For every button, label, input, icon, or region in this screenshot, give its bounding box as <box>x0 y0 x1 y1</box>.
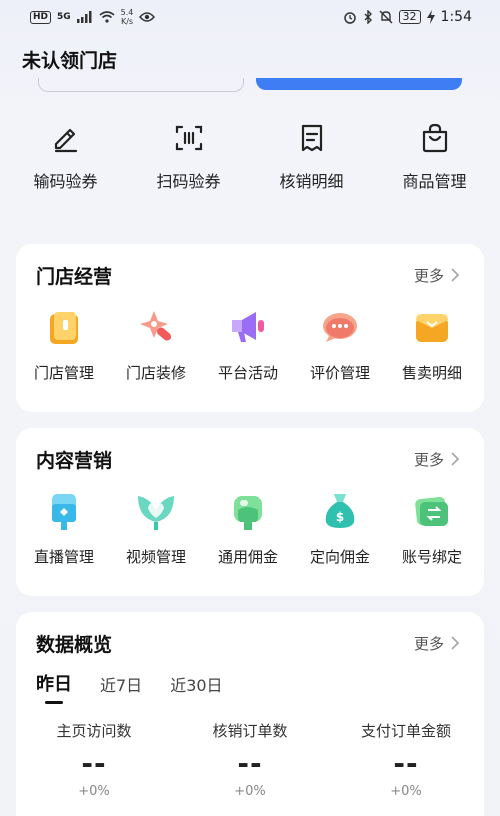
signal-icon: 5G <box>57 12 71 22</box>
mute-bell-icon <box>379 10 393 24</box>
sales-box-icon <box>416 314 448 342</box>
account-binding[interactable]: 账号绑定 <box>386 490 478 567</box>
quick-tools: 输码验券 扫码验券 核销明细 商品管理 <box>0 122 500 212</box>
tool-enter-code[interactable]: 输码验券 <box>11 122 121 212</box>
alarm-icon <box>343 12 356 24</box>
page-title[interactable]: 未认领门店 <box>22 46 117 73</box>
card-title: 数据概览 <box>36 633 113 656</box>
tool-label: 商品管理 <box>402 172 467 191</box>
icon-label: 通用佣金 <box>217 548 278 566</box>
scan-code-icon <box>175 125 202 151</box>
primary-button-edge[interactable] <box>256 78 462 90</box>
money-bag-icon: $ <box>325 494 355 528</box>
tool-redeem-details[interactable]: 核销明细 <box>257 122 367 212</box>
tool-scan-code[interactable]: 扫码验券 <box>134 122 244 212</box>
sparkle-icon <box>140 311 172 341</box>
edit-code-icon <box>54 128 77 153</box>
sales-details[interactable]: 售卖明细 <box>386 306 478 383</box>
stat-redeemed-orders[interactable]: 核销订单数 -- +0% <box>172 720 328 799</box>
video-management[interactable]: 视频管理 <box>110 490 202 567</box>
more-link[interactable]: 更多 <box>414 633 460 654</box>
shopping-bag-icon <box>422 123 447 153</box>
more-link[interactable]: 更多 <box>414 449 460 470</box>
live-management[interactable]: 直播管理 <box>18 490 110 567</box>
network-speed: 5.4 K/s <box>120 8 134 26</box>
stats-row: 主页访问数 -- +0% 核销订单数 -- +0% 支付订单金额 -- +0% <box>16 720 484 799</box>
icon-label: 评价管理 <box>309 364 370 382</box>
tool-label: 核销明细 <box>279 172 344 191</box>
wifi-icon <box>99 11 115 23</box>
stat-homepage-visits[interactable]: 主页访问数 -- +0% <box>16 720 172 799</box>
tab-yesterday[interactable]: 昨日 <box>36 670 72 704</box>
bluetooth-icon <box>364 10 372 24</box>
icon-label: 售卖明细 <box>401 364 462 382</box>
battery-icon: 32 <box>398 10 421 24</box>
tool-label: 扫码验券 <box>156 172 221 191</box>
svg-text:$: $ <box>336 510 344 524</box>
store-management[interactable]: 门店管理 <box>18 306 110 383</box>
chevron-right-icon <box>451 636 460 650</box>
tool-product-management[interactable]: 商品管理 <box>380 122 490 212</box>
chat-bubble-icon <box>323 313 357 342</box>
targeted-commission[interactable]: $ 定向佣金 <box>294 490 386 567</box>
account-bind-icon <box>415 496 448 526</box>
tool-label: 输码验券 <box>33 172 98 191</box>
card-title: 内容营销 <box>36 449 113 472</box>
tab-last-7-days[interactable]: 近7日 <box>100 672 142 702</box>
signal-bars-icon <box>76 11 92 23</box>
megaphone-icon <box>232 312 264 342</box>
card-title: 门店经营 <box>36 265 113 288</box>
network-badge: HD <box>30 10 52 24</box>
header: 未认领门店 <box>0 34 500 84</box>
data-overview-card: 数据概览 更多 昨日 近7日 近30日 主页访问数 -- +0% 核销订单数 -… <box>16 612 484 816</box>
store-decoration[interactable]: 门店装修 <box>110 306 202 383</box>
icon-label: 门店管理 <box>33 364 94 382</box>
status-bar: HD 5G 5.4 K/s 32 1:54 <box>0 0 500 34</box>
store-ops-card: 门店经营 更多 门店管理 门店装修 平台活动 评价管理 售卖明细 <box>16 244 484 412</box>
video-heart-icon <box>138 496 174 530</box>
icon-label: 账号绑定 <box>401 548 462 566</box>
icon-label: 定向佣金 <box>309 548 370 566</box>
commission-icon <box>234 496 262 530</box>
top-action-strip <box>0 78 500 96</box>
icon-label: 门店装修 <box>125 364 186 382</box>
icon-label: 直播管理 <box>33 548 94 566</box>
secondary-button-edge[interactable] <box>38 78 244 92</box>
stat-paid-order-amount[interactable]: 支付订单金额 -- +0% <box>328 720 484 799</box>
review-management[interactable]: 评价管理 <box>294 306 386 383</box>
clock: 1:54 <box>440 9 472 25</box>
receipt-icon <box>301 124 322 152</box>
period-tabs: 昨日 近7日 近30日 <box>16 670 484 706</box>
more-link[interactable]: 更多 <box>414 265 460 286</box>
icon-label: 视频管理 <box>125 548 186 566</box>
eye-icon <box>139 12 156 22</box>
charging-icon <box>426 10 435 24</box>
icon-label: 平台活动 <box>217 364 278 382</box>
platform-activity[interactable]: 平台活动 <box>202 306 294 383</box>
chevron-right-icon <box>451 268 460 282</box>
store-icon <box>50 312 78 344</box>
content-marketing-card: 内容营销 更多 直播管理 视频管理 通用佣金 $ 定向佣金 账号绑定 <box>16 428 484 596</box>
tab-last-30-days[interactable]: 近30日 <box>170 672 222 702</box>
chevron-right-icon <box>451 452 460 466</box>
live-icon <box>52 494 76 530</box>
general-commission[interactable]: 通用佣金 <box>202 490 294 567</box>
